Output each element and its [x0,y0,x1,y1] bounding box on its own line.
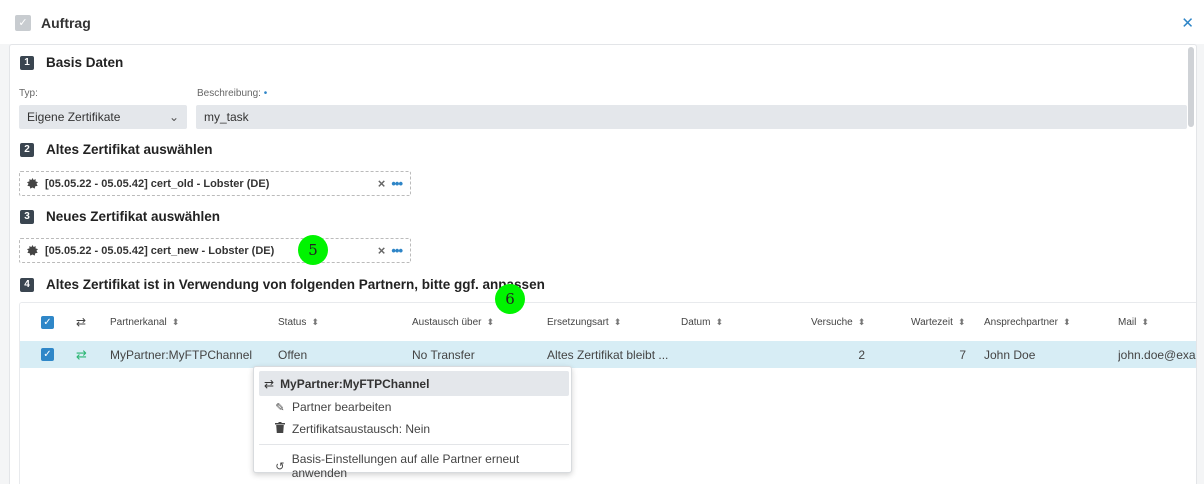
menu-item-zertifikatsaustausch[interactable]: Zertifikatsaustausch: Nein [274,422,430,436]
old-cert-text: [05.05.22 - 05.05.42] cert_old - Lobster… [45,177,270,190]
old-cert-field[interactable]: [05.05.22 - 05.05.42] cert_old - Lobster… [19,171,411,196]
cell-ansprechpartner: John Doe [984,347,1036,362]
section-title: Basis Daten [46,55,124,70]
new-cert-field[interactable]: [05.05.22 - 05.05.42] cert_new - Lobster… [19,238,411,263]
section-basis-daten: 1 Basis Daten [20,55,123,70]
col-partnerkanal[interactable]: Partnerkanal ⬍ [110,303,179,341]
section-number: 2 [20,142,34,157]
cell-wartezeit: 7 [959,347,966,362]
reapply-icon: ↺ [275,460,285,473]
menu-item-partner-bearbeiten[interactable]: ✎ Partner bearbeiten [274,400,391,414]
col-versuche[interactable]: Versuche ⬍ [811,303,865,341]
typ-select[interactable]: Eigene Zertifikate ⌄ [19,105,187,129]
table-header: ✓ ⇄ Partnerkanal ⬍ Status ⬍ Austausch über… [20,303,1196,341]
section-neues-zertifikat: 3 Neues Zertifikat auswählen [20,209,220,224]
pencil-icon: ✎ [275,401,285,414]
section-number: 3 [20,209,34,224]
exchange-icon: ⇄ [264,376,275,391]
certificate-icon [27,178,38,189]
cell-partnerkanal: MyPartner:MyFTPChannel [110,347,253,362]
col-wartezeit[interactable]: Wartezeit ⬍ [911,303,965,341]
typ-label: Typ: [19,88,38,99]
section-number: 1 [20,55,34,70]
section-partner-verwendung: 4 Altes Zertifikat ist in Verwendung von… [20,277,545,292]
context-menu-title: ⇄ MyPartner:MyFTPChannel [259,371,569,396]
cell-status: Offen [278,347,308,362]
dialog-header: ✓ Auftrag ✕ [0,0,1204,44]
header-check-icon: ✓ [15,15,31,31]
exchange-icon: ⇄ [76,346,87,362]
trash-icon [274,422,286,436]
row-checkbox[interactable]: ✓ [41,341,54,368]
exchange-icon: ⇄ [76,315,87,329]
clear-icon[interactable]: × [378,243,386,258]
cell-versuche: 2 [858,347,865,362]
required-mark: • [263,88,268,99]
col-datum[interactable]: Datum ⬍ [681,303,723,341]
clear-icon[interactable]: × [378,176,386,191]
beschreibung-input[interactable] [196,105,1187,129]
beschreibung-label: Beschreibung: • [197,88,268,99]
context-menu: ⇄ MyPartner:MyFTPChannel ✎ Partner bearb… [253,366,572,480]
annotation-marker-5: 5 [298,235,328,265]
section-altes-zertifikat: 2 Altes Zertifikat auswählen [20,142,213,157]
more-icon[interactable]: ••• [391,243,403,258]
cell-ersetzungsart: Altes Zertifikat bleibt ... [547,347,669,362]
menu-item-basis-einstellungen[interactable]: ↺ Basis-Einstellungen auf alle Partner e… [274,452,571,480]
section-title: Altes Zertifikat auswählen [46,142,213,157]
col-austausch[interactable]: Austausch über ⬍ [412,303,494,341]
main-panel: 1 Basis Daten Typ: Beschreibung: • Eigen… [9,44,1197,484]
section-title: Neues Zertifikat auswählen [46,209,221,224]
cell-austausch: No Transfer [412,347,475,362]
scrollbar[interactable] [1188,47,1194,127]
select-all-checkbox[interactable]: ✓ [41,303,54,341]
section-title: Altes Zertifikat ist in Verwendung von f… [46,277,545,292]
partner-table: ✓ ⇄ Partnerkanal ⬍ Status ⬍ Austausch über… [19,302,1197,484]
table-row[interactable]: ✓ ⇄ MyPartner:MyFTPChannel Offen No Tran… [20,341,1197,368]
col-status[interactable]: Status ⬍ [278,303,319,341]
typ-select-value: Eigene Zertifikate [27,110,121,124]
section-number: 4 [20,277,34,292]
col-mail[interactable]: Mail ⬍ [1118,303,1149,341]
cell-mail: john.doe@exam [1118,347,1197,362]
chevron-down-icon: ⌄ [168,110,179,124]
certificate-icon [27,245,38,256]
annotation-marker-6: 6 [495,284,525,314]
dialog-title: Auftrag [41,15,91,31]
more-icon[interactable]: ••• [391,176,403,191]
col-ersetzungsart[interactable]: Ersetzungsart ⬍ [547,303,621,341]
col-ansprechpartner[interactable]: Ansprechpartner ⬍ [984,303,1070,341]
close-icon[interactable]: ✕ [1181,14,1194,32]
menu-divider [259,444,569,445]
